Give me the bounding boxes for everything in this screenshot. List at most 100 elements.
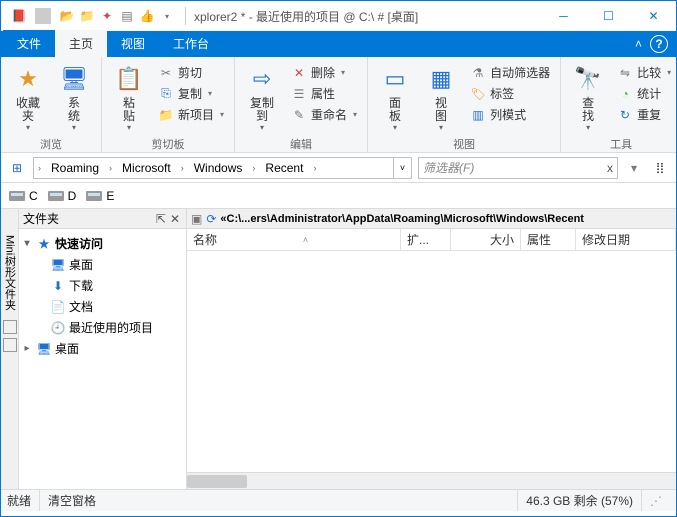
- view-button[interactable]: ▦ 视 图 ▾: [420, 61, 462, 132]
- tree-recent[interactable]: 🕘最近使用的项目: [21, 317, 184, 338]
- location-icon[interactable]: ⊞: [7, 161, 27, 175]
- crumb-microsoft[interactable]: Microsoft: [116, 158, 177, 178]
- repeat-button[interactable]: ↻重复: [613, 105, 675, 124]
- find-button[interactable]: 🔭 查 找 ▾: [567, 61, 609, 132]
- tree-desktop[interactable]: 🖥桌面: [21, 254, 184, 275]
- filter-funnel-icon[interactable]: ▾: [624, 161, 644, 175]
- horizontal-scrollbar[interactable]: [187, 472, 676, 489]
- drive-bar: C D E: [1, 183, 676, 209]
- tree-downloads[interactable]: ⬇下载: [21, 275, 184, 296]
- breadcrumb-bar[interactable]: › Roaming› Microsoft› Windows› Recent› ˅: [33, 157, 412, 179]
- note-icon[interactable]: ▤: [119, 8, 135, 24]
- chevron-icon[interactable]: ›: [34, 163, 45, 173]
- window-title: xplorer2 * - 最近使用的项目 @ C:\ # [桌面]: [190, 8, 541, 25]
- system-button[interactable]: 🖥 系 统 ▾: [53, 61, 95, 132]
- maximize-button[interactable]: ☐: [586, 1, 631, 31]
- folder-tree-pane: 文件夹 ⇱ ✕ ▾★快速访问 🖥桌面 ⬇下载 📄文档 🕘最近使用的项目 ▸🖥桌面: [19, 209, 187, 489]
- clear-filter-icon[interactable]: x: [607, 161, 613, 175]
- compare-button[interactable]: ⇋比较▾: [613, 63, 675, 82]
- tab-home[interactable]: 主页: [55, 30, 107, 57]
- copy-button[interactable]: ⎘复制▾: [154, 84, 228, 103]
- drive-d[interactable]: D: [48, 189, 77, 203]
- file-list[interactable]: [187, 251, 676, 472]
- close-pane-icon[interactable]: ✕: [168, 212, 182, 226]
- group-label: 浏览: [1, 136, 101, 155]
- color-grid-icon[interactable]: ⁞⁞: [650, 160, 670, 176]
- cut-button[interactable]: ✂剪切: [154, 63, 228, 82]
- properties-button[interactable]: ☰属性: [287, 84, 361, 103]
- path-bar: ▣ ⟳ «C:\...ers\Administrator\AppData\Roa…: [187, 209, 676, 229]
- recent-icon: 🕘: [50, 320, 66, 336]
- funnel-icon: ⚗: [470, 65, 486, 81]
- drive-c[interactable]: C: [9, 189, 38, 203]
- columns-icon: ▥: [470, 107, 486, 123]
- status-clear[interactable]: 清空窗格: [39, 490, 104, 511]
- view-icon: ▦: [425, 63, 457, 95]
- quick-access-toolbar: 📕 📂 📁 ✦ ▤ 👍 ▾: [5, 8, 181, 24]
- col-attr[interactable]: 属性: [521, 229, 576, 250]
- tree-desktop-root[interactable]: ▸🖥桌面: [21, 338, 184, 359]
- crumb-roaming[interactable]: Roaming: [45, 158, 105, 178]
- col-ext[interactable]: 扩...: [401, 229, 451, 250]
- tab-view[interactable]: 视图: [107, 30, 159, 57]
- scroll-thumb[interactable]: [187, 475, 247, 488]
- rename-icon: ✎: [291, 107, 307, 123]
- refresh-icon[interactable]: ⟳: [206, 212, 216, 226]
- favorites-button[interactable]: ★ 收藏 夹 ▾: [7, 61, 49, 132]
- folder-icon[interactable]: 📁: [79, 8, 95, 24]
- folder-tree[interactable]: ▾★快速访问 🖥桌面 ⬇下载 📄文档 🕘最近使用的项目 ▸🖥桌面: [19, 229, 186, 489]
- group-label: 视图: [368, 136, 560, 155]
- tree-documents[interactable]: 📄文档: [21, 296, 184, 317]
- title-bar: 📕 📂 📁 ✦ ▤ 👍 ▾ xplorer2 * - 最近使用的项目 @ C:\…: [1, 1, 676, 31]
- tags-button[interactable]: 🏷标签: [466, 84, 554, 103]
- binoculars-icon: 🔭: [572, 63, 604, 95]
- thumbs-up-icon[interactable]: 👍: [139, 8, 155, 24]
- mini-tree-tab[interactable]: Mini树形文件夹: [1, 229, 19, 316]
- minimize-button[interactable]: ─: [541, 1, 586, 31]
- close-button[interactable]: ✕: [631, 1, 676, 31]
- rename-button[interactable]: ✎重命名▾: [287, 105, 361, 124]
- folder-icon[interactable]: ▣: [191, 212, 202, 226]
- vertical-sidebar: Mini树形文件夹: [1, 209, 19, 489]
- download-icon: ⬇: [50, 278, 66, 294]
- panel-button[interactable]: ▭ 面 板 ▾: [374, 61, 416, 132]
- new-item-button[interactable]: 📁新项目▾: [154, 105, 228, 124]
- tree-quick-access[interactable]: ▾★快速访问: [21, 233, 184, 254]
- crumb-recent[interactable]: Recent: [259, 158, 309, 178]
- crumb-windows[interactable]: Windows: [188, 158, 249, 178]
- group-tools: 🔭 查 找 ▾ ⇋比较▾ ◔统计 ↻重复 工具: [561, 57, 677, 152]
- chart-icon: ◔: [617, 86, 633, 102]
- group-label: 工具: [561, 136, 677, 155]
- col-modified[interactable]: 修改日期: [576, 229, 676, 250]
- wand-icon[interactable]: ✦: [99, 8, 115, 24]
- qat-dropdown-icon[interactable]: ▾: [159, 8, 175, 24]
- ribbon-collapse-icon[interactable]: ˄: [627, 37, 650, 51]
- document-icon: 📄: [50, 299, 66, 315]
- current-path[interactable]: «C:\...ers\Administrator\AppData\Roaming…: [220, 213, 584, 225]
- pin-icon[interactable]: ⇱: [154, 212, 168, 226]
- paste-button[interactable]: 📋 粘 贴 ▾: [108, 61, 150, 132]
- main-area: Mini树形文件夹 文件夹 ⇱ ✕ ▾★快速访问 🖥桌面 ⬇下载 📄文档 🕘最近…: [1, 209, 676, 489]
- tab-file[interactable]: 文件: [3, 30, 55, 57]
- column-headers: 名称˄ 扩... 大小 属性 修改日期: [187, 229, 676, 251]
- sidebar-slot-icon[interactable]: [3, 320, 17, 334]
- tab-workbench[interactable]: 工作台: [159, 30, 223, 57]
- filter-input[interactable]: 筛选器(F) x: [418, 157, 618, 179]
- col-name[interactable]: 名称˄: [187, 229, 401, 250]
- window-controls: ─ ☐ ✕: [541, 1, 676, 31]
- app-icon: 📕: [11, 8, 27, 24]
- colmode-button[interactable]: ▥列模式: [466, 105, 554, 124]
- sidebar-slot-icon[interactable]: [3, 338, 17, 352]
- folder-open-icon[interactable]: 📂: [59, 8, 75, 24]
- help-button[interactable]: ?: [650, 35, 668, 53]
- col-size[interactable]: 大小: [451, 229, 521, 250]
- status-resize-grip[interactable]: ⋰: [641, 490, 670, 511]
- autofilter-button[interactable]: ⚗自动筛选器: [466, 63, 554, 82]
- delete-button[interactable]: ✕删除▾: [287, 63, 361, 82]
- stats-button[interactable]: ◔统计: [613, 84, 675, 103]
- breadcrumb-dropdown[interactable]: ˅: [393, 158, 411, 178]
- panel-icon: ▭: [379, 63, 411, 95]
- computer-icon: 🖥: [58, 63, 90, 95]
- copyto-button[interactable]: ⇨ 复制 到 ▾: [241, 61, 283, 132]
- drive-e[interactable]: E: [86, 189, 114, 203]
